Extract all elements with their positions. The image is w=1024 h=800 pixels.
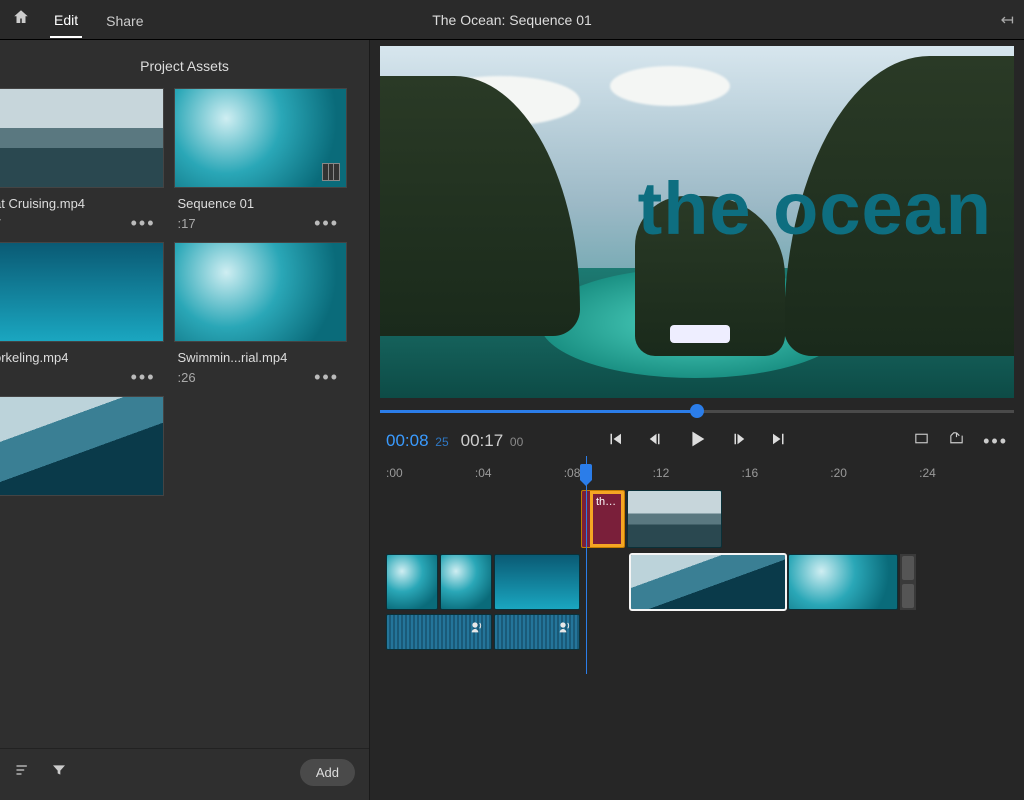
playhead-icon[interactable] [580, 464, 592, 480]
asset-duration: :17 [178, 216, 196, 231]
go-to-end-icon[interactable] [770, 430, 788, 453]
asset-item[interactable]: at Cruising.mp4 7 ••• [0, 88, 164, 234]
timeline-audio-clip[interactable] [494, 614, 580, 650]
asset-more-icon[interactable]: ••• [310, 367, 343, 388]
ruler-tick: :08 [564, 466, 653, 480]
ruler-tick: :24 [919, 466, 1008, 480]
project-assets-title: Project Assets [0, 40, 369, 88]
step-forward-icon[interactable] [730, 430, 748, 453]
tab-edit[interactable]: Edit [50, 2, 82, 38]
play-icon[interactable] [686, 428, 708, 455]
ruler-tick: :16 [741, 466, 830, 480]
assets-scroll[interactable]: at Cruising.mp4 7••• Sequence 01 :17••• … [0, 88, 361, 748]
timeline-clip[interactable] [627, 490, 722, 548]
asset-duration: 7 [0, 216, 1, 231]
asset-thumbnail[interactable] [0, 396, 164, 496]
home-icon[interactable] [12, 8, 30, 31]
timeline-clip[interactable] [440, 554, 492, 610]
timecode-current[interactable]: 00:08 25 [386, 431, 449, 451]
playhead-line [586, 456, 587, 674]
ruler-tick: :00 [386, 466, 475, 480]
assets-footer: Add [0, 748, 369, 800]
timeline-clip[interactable] [788, 554, 898, 610]
step-back-icon[interactable] [646, 430, 664, 453]
add-button[interactable]: Add [300, 759, 355, 786]
ruler-tick: :04 [475, 466, 564, 480]
timeline[interactable]: th… [370, 484, 1024, 800]
sequence-badge-icon [322, 163, 340, 181]
project-title: The Ocean: Sequence 01 [432, 12, 592, 28]
transport-bar: 00:08 25 00:17 00 ••• [370, 422, 1024, 456]
asset-more-icon[interactable]: ••• [310, 213, 343, 234]
editor-panel: the ocean 00:08 25 00:17 00 [370, 40, 1024, 800]
asset-more-icon[interactable]: ••• [127, 213, 160, 234]
timeline-clip[interactable] [630, 554, 786, 610]
tab-share[interactable]: Share [102, 3, 147, 37]
back-arrow-icon[interactable]: ↤ [1001, 10, 1014, 30]
sort-icon[interactable] [14, 762, 32, 783]
filter-icon[interactable] [50, 762, 68, 783]
ruler-tick: :20 [830, 466, 919, 480]
asset-name: Sequence 01 [178, 196, 255, 211]
go-to-start-icon[interactable] [606, 430, 624, 453]
asset-duration: :26 [178, 370, 196, 385]
asset-thumbnail[interactable] [174, 242, 348, 342]
more-options-icon[interactable]: ••• [983, 431, 1008, 452]
asset-thumbnail[interactable] [0, 242, 164, 342]
voiceover-icon [557, 619, 573, 635]
progress-bar[interactable] [380, 402, 1014, 422]
asset-name: at Cruising.mp4 [0, 196, 85, 211]
timeline-gap-icon[interactable] [900, 554, 916, 610]
program-monitor[interactable]: the ocean [380, 46, 1014, 398]
top-bar: Edit Share The Ocean: Sequence 01 ↤ [0, 0, 1024, 40]
asset-name: orkeling.mp4 [0, 350, 68, 365]
asset-name: Swimmin...rial.mp4 [178, 350, 288, 365]
ruler-tick: :12 [653, 466, 742, 480]
title-clip-label: th… [590, 491, 624, 547]
timeline-audio-clip[interactable] [386, 614, 492, 650]
asset-item[interactable]: orkeling.mp4 ••• [0, 242, 164, 388]
asset-thumbnail[interactable] [174, 88, 348, 188]
export-frame-icon[interactable] [948, 430, 965, 452]
title-overlay-text: the ocean [638, 166, 992, 251]
asset-item[interactable]: Sequence 01 :17 ••• [174, 88, 348, 234]
asset-thumbnail[interactable] [0, 88, 164, 188]
asset-more-icon[interactable]: ••• [127, 367, 160, 388]
timeline-clip[interactable] [494, 554, 580, 610]
timeline-ruler[interactable]: :00 :04 :08 :12 :16 :20 :24 [370, 456, 1024, 484]
asset-item[interactable] [0, 396, 164, 496]
voiceover-icon [469, 619, 485, 635]
timeline-clip[interactable] [386, 554, 438, 610]
timeline-title-clip[interactable]: th… [581, 490, 625, 548]
fullscreen-icon[interactable] [913, 430, 930, 452]
project-assets-panel: Project Assets at Cruising.mp4 7 ••• Sequ… [0, 40, 370, 800]
timecode-total: 00:17 00 [461, 431, 524, 451]
asset-item[interactable]: Swimmin...rial.mp4 :26 ••• [174, 242, 348, 388]
